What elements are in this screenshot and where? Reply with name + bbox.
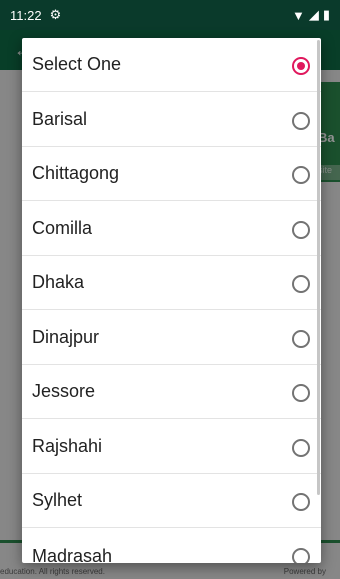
status-time: 11:22 bbox=[10, 7, 42, 23]
radio-unchecked-icon[interactable] bbox=[292, 111, 310, 130]
single-choice-dialog: Select One Barisal Chittagong Comilla Dh… bbox=[22, 38, 321, 563]
option-label: Madrasah bbox=[32, 545, 113, 564]
wifi-icon: ▼ bbox=[291, 7, 305, 23]
radio-unchecked-icon[interactable] bbox=[292, 220, 310, 239]
radio-unchecked-icon[interactable] bbox=[292, 274, 310, 293]
option-select-one[interactable]: Select One bbox=[22, 38, 321, 92]
option-rajshahi[interactable]: Rajshahi bbox=[22, 420, 321, 474]
option-barisal[interactable]: Barisal bbox=[22, 93, 321, 147]
dialog-scrollbar[interactable] bbox=[317, 40, 320, 495]
option-jessore[interactable]: Jessore bbox=[22, 365, 321, 419]
option-label: Jessore bbox=[32, 381, 96, 401]
radio-unchecked-icon[interactable] bbox=[292, 492, 310, 511]
option-label: Sylhet bbox=[32, 490, 83, 510]
option-chittagong[interactable]: Chittagong bbox=[22, 147, 321, 201]
option-madrasah[interactable]: Madrasah bbox=[22, 529, 321, 563]
signal-icon: ◢ bbox=[308, 7, 319, 22]
option-dinajpur[interactable]: Dinajpur bbox=[22, 311, 321, 365]
radio-unchecked-icon[interactable] bbox=[292, 329, 310, 348]
radio-unchecked-icon[interactable] bbox=[292, 383, 310, 402]
radio-checked-icon[interactable] bbox=[292, 56, 310, 75]
option-label: Barisal bbox=[32, 109, 88, 129]
option-dhaka[interactable]: Dhaka bbox=[22, 256, 321, 310]
battery-icon: ▮ bbox=[322, 7, 330, 22]
radio-unchecked-icon[interactable] bbox=[292, 165, 310, 184]
option-label: Comilla bbox=[32, 218, 93, 238]
option-label: Dinajpur bbox=[32, 327, 100, 347]
option-label: Rajshahi bbox=[32, 436, 103, 456]
radio-unchecked-icon[interactable] bbox=[292, 548, 310, 563]
option-label: Select One bbox=[32, 54, 122, 74]
option-label: Dhaka bbox=[32, 272, 85, 292]
status-icons: ▼ ◢ ▮ bbox=[292, 7, 330, 23]
option-label: Chittagong bbox=[32, 163, 120, 183]
option-comilla[interactable]: Comilla bbox=[22, 202, 321, 256]
radio-unchecked-icon[interactable] bbox=[292, 438, 310, 457]
settings-gear-icon: ⚙ bbox=[49, 7, 62, 22]
option-sylhet[interactable]: Sylhet bbox=[22, 474, 321, 528]
status-bar: 11:22 ⚙ ▼ ◢ ▮ bbox=[0, 0, 340, 30]
